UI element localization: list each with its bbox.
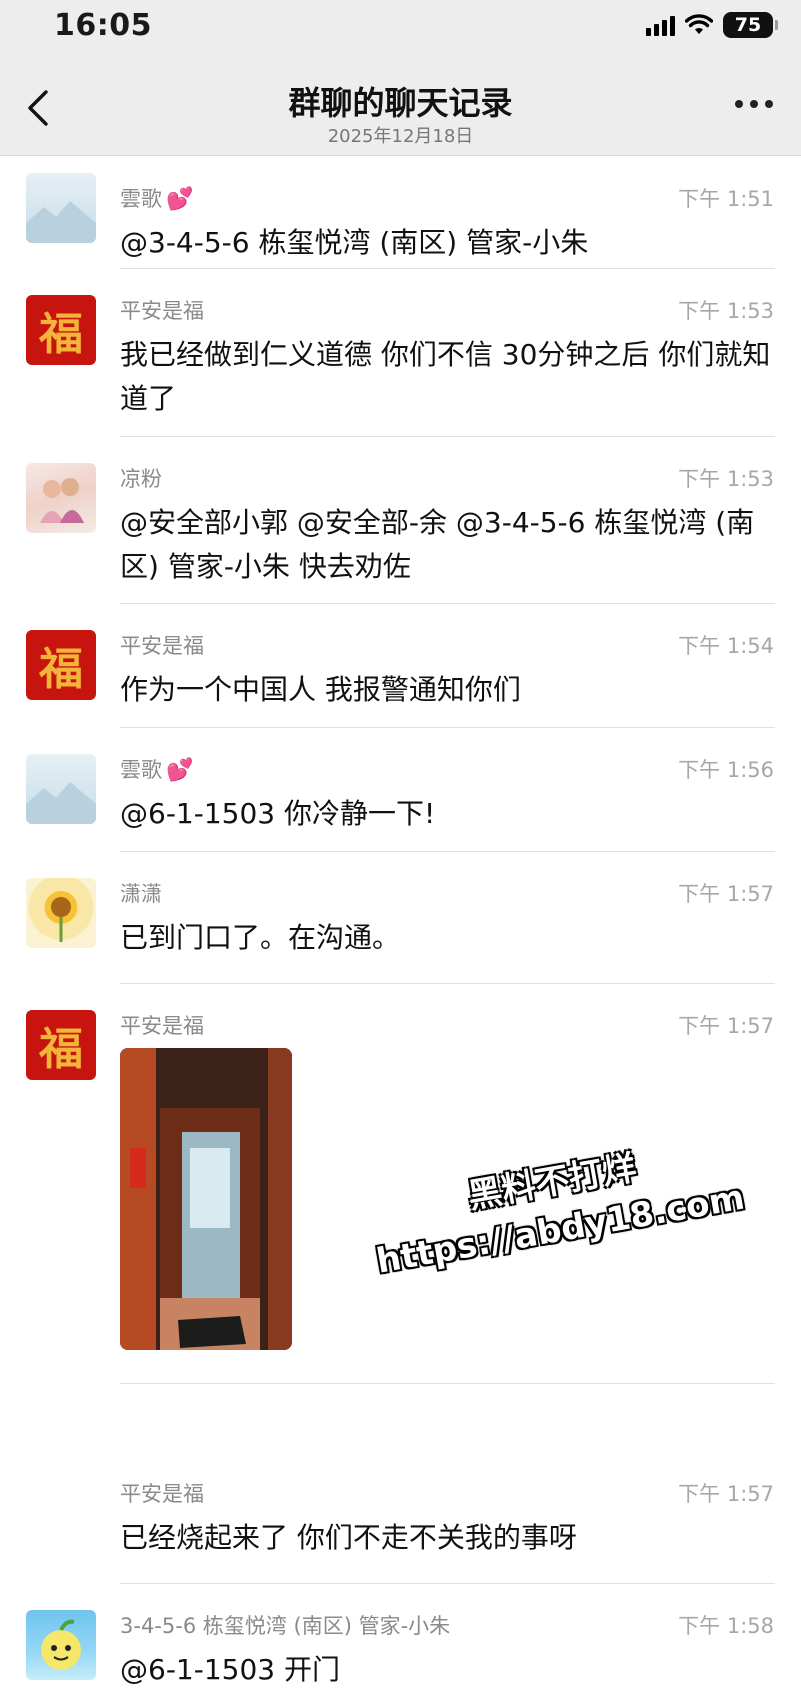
status-icons: 75 — [646, 12, 778, 38]
avatar[interactable] — [26, 173, 96, 243]
message-time: 下午 1:57 — [678, 1482, 774, 1506]
sender-name: 凉粉 — [120, 467, 162, 491]
cartoon-mascot-icon — [41, 1619, 81, 1670]
message-time: 下午 1:57 — [678, 1014, 774, 1038]
sender-name: 平安是福 — [120, 1482, 204, 1506]
avatar[interactable] — [26, 463, 96, 533]
message-text: 作为一个中国人 我报警通知你们 — [120, 673, 521, 706]
message-time: 下午 1:53 — [678, 467, 774, 491]
avatar[interactable] — [26, 1610, 96, 1680]
heart-icon: 💕 — [166, 187, 194, 212]
page-title: 群聊的聊天记录 — [288, 84, 513, 122]
message-time: 下午 1:53 — [678, 299, 774, 323]
message-text: @6-1-1503 你冷静一下! — [120, 797, 436, 830]
message-text: 已经烧起来了 你们不走不关我的事呀 — [120, 1521, 577, 1554]
message-item[interactable]: 雲歌 💕 下午 1:56 @6-1-1503 你冷静一下! — [0, 728, 801, 852]
avatar[interactable]: 福 — [26, 295, 96, 365]
sunflower-icon — [51, 897, 71, 942]
message-time: 下午 1:51 — [678, 187, 774, 211]
nav-bar: 群聊的聊天记录 2025年12月18日 — [0, 56, 801, 156]
sender-name: 平安是福 — [120, 1014, 204, 1038]
sender-name: 潇潇 — [120, 882, 162, 906]
avatar[interactable]: 福 — [26, 1010, 96, 1080]
message-text: @3-4-5-6 栋玺悦湾 (南区) 管家-小朱 — [120, 226, 589, 259]
avatar[interactable] — [26, 878, 96, 948]
sender-name: 平安是福 — [120, 634, 204, 658]
message-item[interactable]: 雲歌 💕 下午 1:51 @3-4-5-6 栋玺悦湾 (南区) 管家-小朱 — [0, 157, 801, 269]
message-item[interactable]: 平安是福 下午 1:57 已经烧起来了 你们不走不关我的事呀 — [0, 1452, 801, 1584]
image-message[interactable] — [120, 1048, 292, 1350]
children-photo-icon — [40, 478, 84, 523]
message-item[interactable]: 福 平安是福 下午 1:53 我已经做到仁义道德 你们不信 30分钟之后 你们就… — [0, 269, 801, 437]
message-item[interactable]: 福 平安是福 下午 1:54 作为一个中国人 我报警通知你们 — [0, 604, 801, 728]
fu-character-icon: 福 — [39, 1024, 83, 1075]
hallway-photo — [120, 1048, 292, 1350]
divider — [120, 1383, 775, 1384]
signal-icon — [646, 14, 675, 36]
sender-name: 雲歌 💕 — [120, 187, 194, 212]
sender-name: 平安是福 — [120, 299, 204, 323]
heart-icon: 💕 — [166, 758, 194, 783]
status-time: 16:05 — [54, 8, 152, 43]
fu-character-icon: 福 — [39, 644, 83, 695]
message-text: @6-1-1503 开门 — [120, 1653, 340, 1686]
message-item[interactable]: 凉粉 下午 1:53 @安全部小郭 @安全部-余 @3-4-5-6 栋玺悦湾 (… — [0, 437, 801, 604]
more-options-icon[interactable] — [735, 100, 773, 108]
sender-name: 3-4-5-6 栋玺悦湾 (南区) 管家-小朱 — [120, 1614, 451, 1638]
avatar[interactable] — [26, 754, 96, 824]
sender-name: 雲歌 💕 — [120, 758, 194, 783]
message-item[interactable]: 潇潇 下午 1:57 已到门口了。在沟通。 — [0, 852, 801, 984]
message-text: 我已经做到仁义道德 你们不信 30分钟之后 你们就知道了 — [120, 338, 771, 415]
page-subtitle: 2025年12月18日 — [327, 126, 474, 147]
wifi-icon — [685, 14, 713, 34]
message-text: 已到门口了。在沟通。 — [120, 921, 401, 954]
fu-character-icon: 福 — [39, 309, 83, 360]
message-time: 下午 1:56 — [678, 758, 774, 782]
message-time: 下午 1:58 — [678, 1614, 774, 1638]
status-bar: 16:05 75 — [0, 0, 801, 56]
message-text: @安全部小郭 @安全部-余 @3-4-5-6 栋玺悦湾 (南区) 管家-小朱 快… — [120, 506, 755, 583]
landscape-icon — [26, 201, 96, 243]
message-time: 下午 1:54 — [678, 634, 774, 658]
avatar[interactable]: 福 — [26, 630, 96, 700]
message-item[interactable]: 3-4-5-6 栋玺悦湾 (南区) 管家-小朱 下午 1:58 @6-1-150… — [0, 1584, 801, 1697]
message-time: 下午 1:57 — [678, 882, 774, 906]
battery-icon: 75 — [723, 12, 778, 38]
battery-level: 75 — [734, 14, 762, 36]
landscape-icon — [26, 782, 96, 824]
